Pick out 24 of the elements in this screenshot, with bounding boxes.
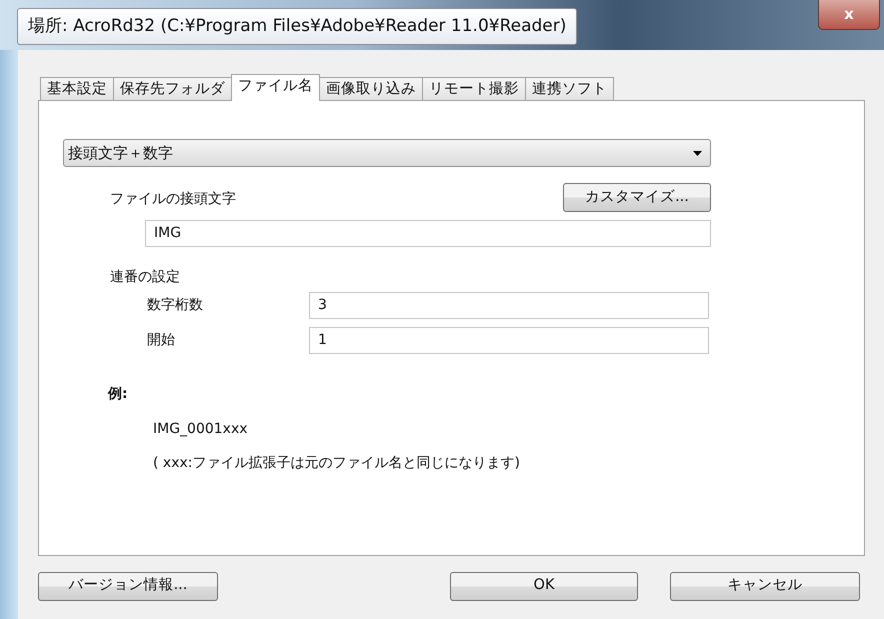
field-label: 開始 — [147, 331, 176, 350]
example-label: 例: — [108, 385, 129, 404]
cancel-button[interactable]: キャンセル — [670, 572, 860, 600]
ok-button[interactable]: OK — [450, 572, 638, 600]
tab[interactable]: リモート撮影 — [422, 77, 526, 100]
note-text: ( xxx:ファイル拡張子は元のファイル名と同じになります) — [153, 454, 521, 473]
tab[interactable]: 画像取り込み — [319, 77, 423, 100]
example-text: IMG_0001xxx — [153, 420, 249, 439]
field-label: 数字桁数 — [147, 296, 204, 315]
dropdown-value: 接頭文字＋数字 — [68, 142, 173, 164]
field-label: ファイルの接頭文字 — [110, 190, 237, 209]
tab[interactable]: 保存先フォルダ — [113, 77, 232, 100]
input-field[interactable]: 3 — [309, 292, 709, 319]
customize-button[interactable]: カスタマイズ... — [563, 183, 711, 212]
tab[interactable]: 連携ソフト — [525, 77, 614, 100]
dropdown-arrow-icon — [693, 150, 702, 156]
tooltip: 場所: AcroRd32 (C:¥Program Files¥Adobe¥Reader 11.0¥Reader) — [17, 8, 578, 45]
input-field[interactable]: 1 — [309, 327, 709, 354]
version-info-button[interactable]: バージョン情報... — [38, 572, 218, 600]
input-field[interactable]: IMG — [145, 220, 711, 247]
format-dropdown[interactable]: 接頭文字＋数字 — [63, 139, 711, 167]
tab[interactable]: 基本設定 — [40, 77, 114, 100]
section-heading: 連番の設定 — [110, 268, 181, 287]
tab[interactable]: ファイル名 — [231, 74, 320, 101]
